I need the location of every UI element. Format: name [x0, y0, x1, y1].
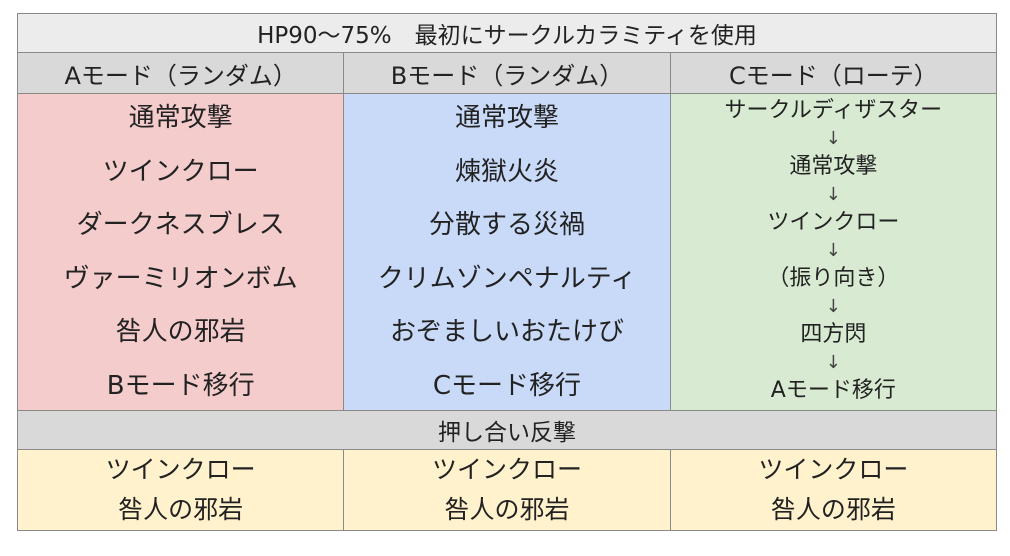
counter-title: 押し合い反撃 [17, 410, 997, 450]
arrow-down-icon: ↓ [825, 184, 841, 205]
counter-cell-c: ツインクロー 咎人の邪岩 [669, 449, 998, 531]
mode-b-item: クリムゾンペナルティ [377, 263, 637, 294]
column-header-mode-c: Cモード（ローテ） [669, 52, 998, 94]
mode-c-step: 四方閃 [800, 322, 867, 347]
table-title: HP90～75% 最初にサークルカラミティを使用 [17, 13, 997, 53]
mode-c-cell: サークルディザスター ↓ 通常攻撃 ↓ ツインクロー ↓ （振り向き） ↓ 四方… [669, 93, 998, 411]
mode-a-item: ダークネスブレス [76, 210, 285, 241]
mode-a-cell: 通常攻撃 ツインクロー ダークネスブレス ヴァーミリオンボム 咎人の邪岩 Bモー… [16, 93, 345, 411]
mode-c-step: ツインクロー [767, 210, 900, 235]
skill-table: HP90～75% 最初にサークルカラミティを使用 Aモード（ランダム） Bモード… [16, 13, 998, 531]
mode-b-item: おぞましいおたけび [389, 317, 624, 348]
mode-b-item: 分散する災禍 [428, 210, 585, 241]
mode-b-cell: 通常攻撃 煉獄火炎 分散する災禍 クリムゾンペナルティ おぞましいおたけび Cモ… [343, 93, 671, 411]
arrow-down-icon: ↓ [825, 240, 841, 261]
counter-item: 咎人の邪岩 [118, 495, 244, 524]
mode-a-item: Bモード移行 [106, 370, 255, 401]
arrow-down-icon: ↓ [825, 128, 841, 149]
mode-b-item: 煉獄火炎 [454, 156, 559, 187]
counter-item: 咎人の邪岩 [444, 495, 570, 524]
arrow-down-icon: ↓ [825, 352, 841, 373]
counter-item: ツインクロー [431, 455, 582, 484]
mode-b-item: 通常攻撃 [454, 103, 559, 133]
column-header-mode-a: Aモード（ランダム） [16, 52, 345, 94]
mode-c-step: Aモード移行 [770, 378, 896, 403]
mode-a-item: 通常攻撃 [128, 103, 233, 133]
arrow-down-icon: ↓ [825, 296, 841, 317]
mode-b-item: Cモード移行 [432, 370, 582, 401]
column-header-mode-b: Bモード（ランダム） [343, 52, 671, 94]
counter-cell-a: ツインクロー 咎人の邪岩 [16, 449, 345, 531]
mode-c-step: （振り向き） [767, 266, 900, 291]
counter-item: ツインクロー [105, 455, 256, 484]
mode-c-step: サークルディザスター [724, 98, 943, 123]
counter-cell-b: ツインクロー 咎人の邪岩 [343, 449, 671, 531]
mode-a-item: 咎人の邪岩 [115, 317, 246, 348]
counter-item: ツインクロー [758, 455, 909, 484]
counter-item: 咎人の邪岩 [770, 495, 896, 524]
mode-a-item: ヴァーミリオンボム [63, 263, 298, 294]
mode-a-item: ツインクロー [102, 156, 259, 187]
mode-c-step: 通常攻撃 [789, 154, 878, 179]
